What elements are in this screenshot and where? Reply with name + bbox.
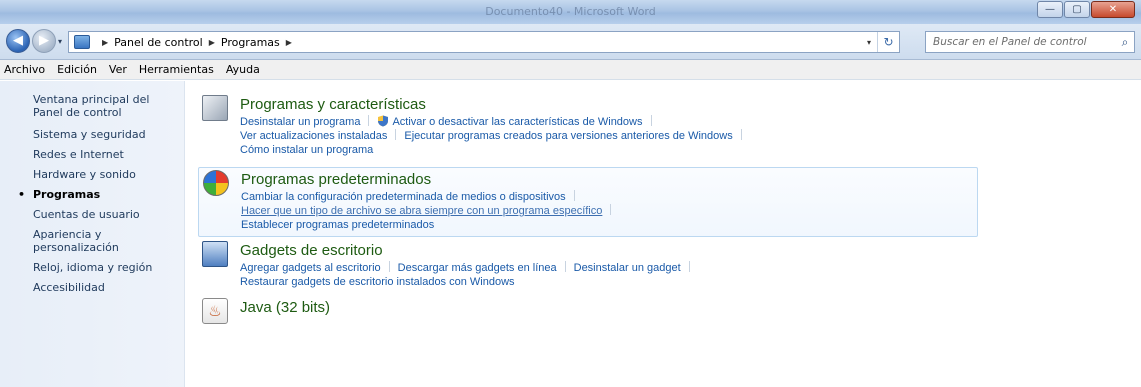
search-icon[interactable]: ⌕ — [1116, 35, 1134, 50]
link-separator — [688, 261, 690, 272]
breadcrumb-separator-icon[interactable]: ▶ — [209, 38, 215, 47]
uninstall-gadget-link[interactable]: Desinstalar un gadget — [574, 262, 681, 274]
minimize-button[interactable]: — — [1037, 1, 1063, 18]
sidebar: Ventana principal del Panel de control S… — [0, 81, 185, 387]
sidebar-item-hardware[interactable]: Hardware y sonido — [0, 168, 184, 181]
default-programs-icon[interactable] — [203, 170, 229, 196]
category-title[interactable]: Java (32 bits) — [240, 298, 978, 318]
compatibility-link[interactable]: Ejecutar programas creados para versione… — [404, 130, 732, 142]
link-separator — [650, 115, 652, 126]
menu-ver[interactable]: Ver — [103, 60, 133, 80]
windows-features-link[interactable]: Activar o desactivar las características… — [392, 116, 642, 128]
title-bar: Documento40 - Microsoft Word — ▢ ✕ — [0, 0, 1141, 24]
category-default-programs: Programas predeterminados Cambiar la con… — [198, 167, 978, 237]
menu-archivo[interactable]: Archivo — [0, 60, 51, 80]
address-bar-controls: ▾ ↻ — [861, 32, 899, 52]
link-separator — [395, 129, 397, 140]
menu-ayuda[interactable]: Ayuda — [220, 60, 266, 80]
file-association-link[interactable]: Hacer que un tipo de archivo se abra sie… — [241, 205, 602, 217]
refresh-icon[interactable]: ↻ — [877, 32, 899, 52]
category-gadgets: Gadgets de escritorio Agregar gadgets al… — [198, 239, 978, 293]
category-programs-features: Programas y características Desinstalar … — [198, 93, 978, 161]
uninstall-program-link[interactable]: Desinstalar un programa — [240, 116, 360, 128]
sidebar-item-system-security[interactable]: Sistema y seguridad — [0, 128, 184, 141]
link-separator — [368, 115, 370, 126]
autoplay-settings-link[interactable]: Cambiar la configuración predeterminada … — [241, 191, 566, 203]
gadgets-icon[interactable] — [202, 241, 228, 267]
sidebar-item-programs[interactable]: • Programas — [0, 188, 184, 201]
restore-gadgets-link[interactable]: Restaurar gadgets de escritorio instalad… — [240, 276, 515, 288]
search-box: ⌕ — [925, 31, 1135, 53]
link-separator — [610, 204, 612, 215]
address-dropdown-icon[interactable]: ▾ — [861, 38, 877, 47]
forward-button[interactable]: ▶ — [32, 29, 56, 53]
breadcrumb-separator-icon[interactable]: ▶ — [102, 38, 108, 47]
link-separator — [740, 129, 742, 140]
add-gadgets-link[interactable]: Agregar gadgets al escritorio — [240, 262, 381, 274]
navigation-bar: ◀ ▶ ▾ ▶ Panel de control ▶ Programas ▶ ▾… — [0, 24, 1141, 60]
breadcrumb-programs[interactable]: Programas — [221, 36, 280, 49]
programs-features-icon[interactable] — [202, 95, 228, 121]
sidebar-item-accessibility[interactable]: Accesibilidad — [0, 281, 184, 294]
sidebar-item-label: Programas — [33, 188, 101, 201]
active-bullet-icon: • — [18, 188, 26, 201]
recent-pages-dropdown-icon[interactable]: ▾ — [58, 37, 62, 46]
control-panel-icon — [74, 35, 90, 49]
category-title[interactable]: Gadgets de escritorio — [240, 241, 978, 261]
sidebar-item-appearance[interactable]: Apariencia y personalización — [0, 228, 184, 254]
link-separator — [564, 261, 566, 272]
java-icon[interactable]: ♨ — [202, 298, 228, 324]
shield-icon — [378, 115, 389, 127]
category-java: ♨ Java (32 bits) — [198, 296, 978, 324]
breadcrumb-control-panel[interactable]: Panel de control — [114, 36, 203, 49]
close-button[interactable]: ✕ — [1091, 1, 1135, 18]
main-content: Programas y características Desinstalar … — [186, 81, 1141, 387]
maximize-button[interactable]: ▢ — [1064, 1, 1090, 18]
category-title[interactable]: Programas y características — [240, 95, 978, 115]
link-separator — [388, 261, 390, 272]
sidebar-item-network[interactable]: Redes e Internet — [0, 148, 184, 161]
search-input[interactable] — [926, 33, 1116, 51]
download-gadgets-link[interactable]: Descargar más gadgets en línea — [398, 262, 557, 274]
sidebar-item-home[interactable]: Ventana principal del Panel de control — [0, 93, 184, 119]
link-separator — [573, 190, 575, 201]
back-button[interactable]: ◀ — [6, 29, 30, 53]
category-title[interactable]: Programas predeterminados — [241, 170, 977, 190]
how-to-install-link[interactable]: Cómo instalar un programa — [240, 144, 373, 156]
view-updates-link[interactable]: Ver actualizaciones instaladas — [240, 130, 387, 142]
menu-bar: Archivo Edición Ver Herramientas Ayuda — [0, 60, 1141, 80]
menu-edicion[interactable]: Edición — [51, 60, 103, 80]
caption-buttons: — ▢ ✕ — [1036, 1, 1135, 18]
sidebar-item-clock-region[interactable]: Reloj, idioma y región — [0, 261, 184, 274]
sidebar-item-user-accounts[interactable]: Cuentas de usuario — [0, 208, 184, 221]
window-title: Documento40 - Microsoft Word — [485, 5, 656, 18]
breadcrumb-separator-icon[interactable]: ▶ — [286, 38, 292, 47]
address-bar[interactable]: ▶ Panel de control ▶ Programas ▶ ▾ ↻ — [68, 31, 900, 53]
set-default-programs-link[interactable]: Establecer programas predeterminados — [241, 219, 434, 231]
menu-herramientas[interactable]: Herramientas — [133, 60, 220, 80]
